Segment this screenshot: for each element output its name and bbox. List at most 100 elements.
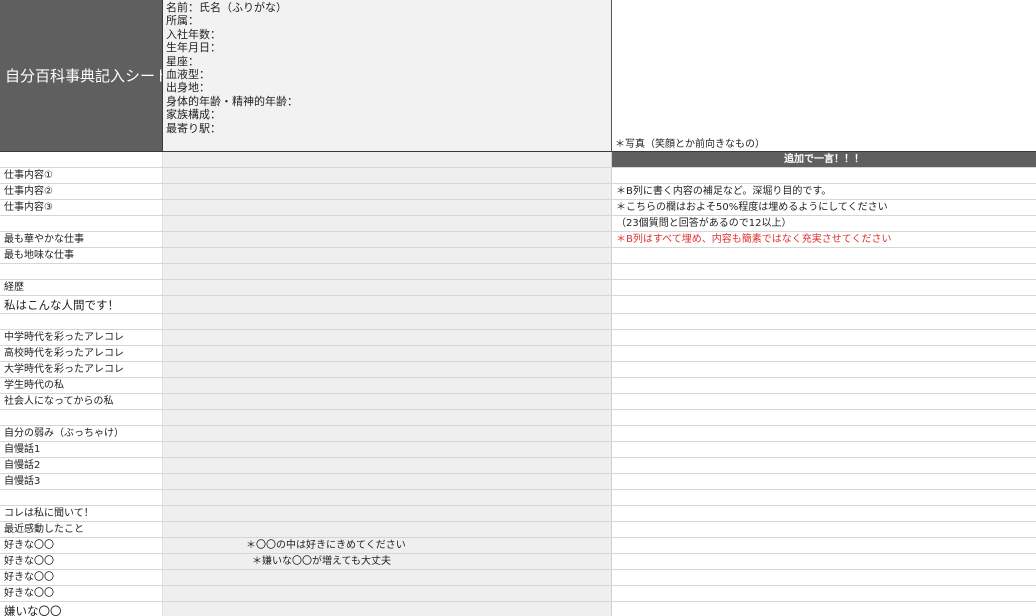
cell-a[interactable]: 大学時代を彩ったアレコレ <box>0 362 163 377</box>
cell-c[interactable] <box>612 474 1036 489</box>
cell-c[interactable]: ＊こちらの欄はおよそ50%程度は埋めるようにしてください <box>612 200 1036 215</box>
cell-a[interactable]: 好きな〇〇 <box>0 586 163 601</box>
sheet-title-cell[interactable]: 自分百科事典記入シート <box>0 0 163 152</box>
cell-b[interactable] <box>163 602 612 616</box>
cell-b[interactable] <box>163 570 612 585</box>
cell-a[interactable]: 自慢話1 <box>0 442 163 457</box>
cell-c-warning[interactable]: ＊B列はすべて埋め、内容も簡素ではなく充実させてください <box>612 232 1036 247</box>
photo-note: ＊写真（笑顔とか前向きなもの） <box>615 139 765 150</box>
cell-a[interactable]: 好きな〇〇 <box>0 538 163 553</box>
cell-b[interactable] <box>163 232 612 247</box>
cell-b[interactable]: ＊〇〇の中は好きにきめてください <box>163 538 612 553</box>
photo-cell[interactable]: ＊写真（笑顔とか前向きなもの） <box>612 0 1036 152</box>
cell-c[interactable] <box>612 602 1036 616</box>
cell-b[interactable] <box>163 506 612 521</box>
cell-c[interactable] <box>612 426 1036 441</box>
cell-b[interactable] <box>163 314 612 329</box>
cell-a[interactable]: 最も地味な仕事 <box>0 248 163 263</box>
cell-c[interactable] <box>612 538 1036 553</box>
cell-a[interactable]: 仕事内容③ <box>0 200 163 215</box>
cell-a[interactable]: 中学時代を彩ったアレコレ <box>0 330 163 345</box>
cell-a[interactable] <box>0 264 163 279</box>
cell-b[interactable] <box>163 458 612 473</box>
cell-c[interactable] <box>612 362 1036 377</box>
table-row: 高校時代を彩ったアレコレ <box>0 346 1036 362</box>
cell-a[interactable]: 自分の弱み（ぶっちゃけ） <box>0 426 163 441</box>
cell-c[interactable] <box>612 586 1036 601</box>
table-row: 経歴 <box>0 280 1036 296</box>
cell-c[interactable] <box>612 168 1036 183</box>
cell-c[interactable] <box>612 410 1036 425</box>
cell-b[interactable] <box>163 280 612 295</box>
cell-b[interactable] <box>163 410 612 425</box>
cell-b[interactable] <box>163 168 612 183</box>
cell-b[interactable] <box>163 200 612 215</box>
cell-b[interactable] <box>163 184 612 199</box>
cell-b[interactable] <box>163 248 612 263</box>
cell-c[interactable] <box>612 522 1036 537</box>
cell-a[interactable] <box>0 216 163 231</box>
table-row: 自慢話2 <box>0 458 1036 474</box>
cell-a[interactable]: コレは私に聞いて！ <box>0 506 163 521</box>
cell-b[interactable]: ＊嫌いな〇〇が増えても大丈夫 <box>163 554 612 569</box>
cell-a[interactable]: 仕事内容② <box>0 184 163 199</box>
cell-b[interactable] <box>163 394 612 409</box>
table-row: 好きな〇〇 ＊嫌いな〇〇が増えても大丈夫 <box>0 554 1036 570</box>
cell-c[interactable] <box>612 442 1036 457</box>
cell-c[interactable] <box>612 490 1036 505</box>
cell-a[interactable]: 自慢話2 <box>0 458 163 473</box>
cell-b[interactable] <box>163 490 612 505</box>
profile-line-blood-type: 血液型： <box>166 68 210 82</box>
cell-c[interactable] <box>612 248 1036 263</box>
cell-b[interactable] <box>163 378 612 393</box>
cell-a[interactable]: 嫌いな〇〇 <box>0 602 163 616</box>
cell-b[interactable] <box>163 586 612 601</box>
table-row: 最も地味な仕事 <box>0 248 1036 264</box>
column-c-header[interactable]: 追加で一言！！！ <box>612 152 1036 167</box>
cell-a[interactable] <box>0 490 163 505</box>
cell-a[interactable]: 学生時代の私 <box>0 378 163 393</box>
cell-c[interactable] <box>612 378 1036 393</box>
cell-a[interactable]: 経歴 <box>0 280 163 295</box>
cell-a[interactable] <box>0 314 163 329</box>
cell-b[interactable] <box>163 522 612 537</box>
cell-a[interactable]: 仕事内容① <box>0 168 163 183</box>
cell-c[interactable] <box>612 506 1036 521</box>
cell-b[interactable] <box>163 362 612 377</box>
cell-b[interactable] <box>163 330 612 345</box>
table-row: 好きな〇〇 <box>0 586 1036 602</box>
cell-a[interactable]: 最近感動したこと <box>0 522 163 537</box>
cell-c[interactable]: ＊B列に書く内容の補足など。深堀り目的です。 <box>612 184 1036 199</box>
cell-b[interactable] <box>163 474 612 489</box>
cell-a[interactable] <box>0 152 163 167</box>
cell-a[interactable]: 好きな〇〇 <box>0 570 163 585</box>
cell-c[interactable] <box>612 264 1036 279</box>
cell-b[interactable] <box>163 426 612 441</box>
table-row: 学生時代の私 <box>0 378 1036 394</box>
cell-a[interactable] <box>0 410 163 425</box>
cell-a[interactable]: 社会人になってからの私 <box>0 394 163 409</box>
cell-c[interactable]: （23個質問と回答があるので12以上） <box>612 216 1036 231</box>
cell-b[interactable] <box>163 152 612 167</box>
cell-b-note: ＊嫌いな〇〇が増えても大丈夫 <box>252 556 391 567</box>
cell-b[interactable] <box>163 216 612 231</box>
cell-a[interactable]: 私はこんな人間です！ <box>0 296 163 313</box>
cell-c[interactable] <box>612 280 1036 295</box>
cell-b[interactable] <box>163 346 612 361</box>
cell-a[interactable]: 自慢話3 <box>0 474 163 489</box>
cell-b[interactable] <box>163 264 612 279</box>
cell-c[interactable] <box>612 394 1036 409</box>
cell-c[interactable] <box>612 570 1036 585</box>
cell-c[interactable] <box>612 554 1036 569</box>
profile-cell[interactable]: 名前：氏名（ふりがな） 所属： 入社年数： 生年月日： 星座： 血液型： 出身地… <box>163 0 612 152</box>
cell-a[interactable]: 最も華やかな仕事 <box>0 232 163 247</box>
cell-c[interactable] <box>612 458 1036 473</box>
cell-c[interactable] <box>612 314 1036 329</box>
cell-c[interactable] <box>612 330 1036 345</box>
cell-a[interactable]: 高校時代を彩ったアレコレ <box>0 346 163 361</box>
cell-c[interactable] <box>612 346 1036 361</box>
cell-a[interactable]: 好きな〇〇 <box>0 554 163 569</box>
cell-c[interactable] <box>612 296 1036 313</box>
cell-b[interactable] <box>163 442 612 457</box>
cell-b[interactable] <box>163 296 612 313</box>
